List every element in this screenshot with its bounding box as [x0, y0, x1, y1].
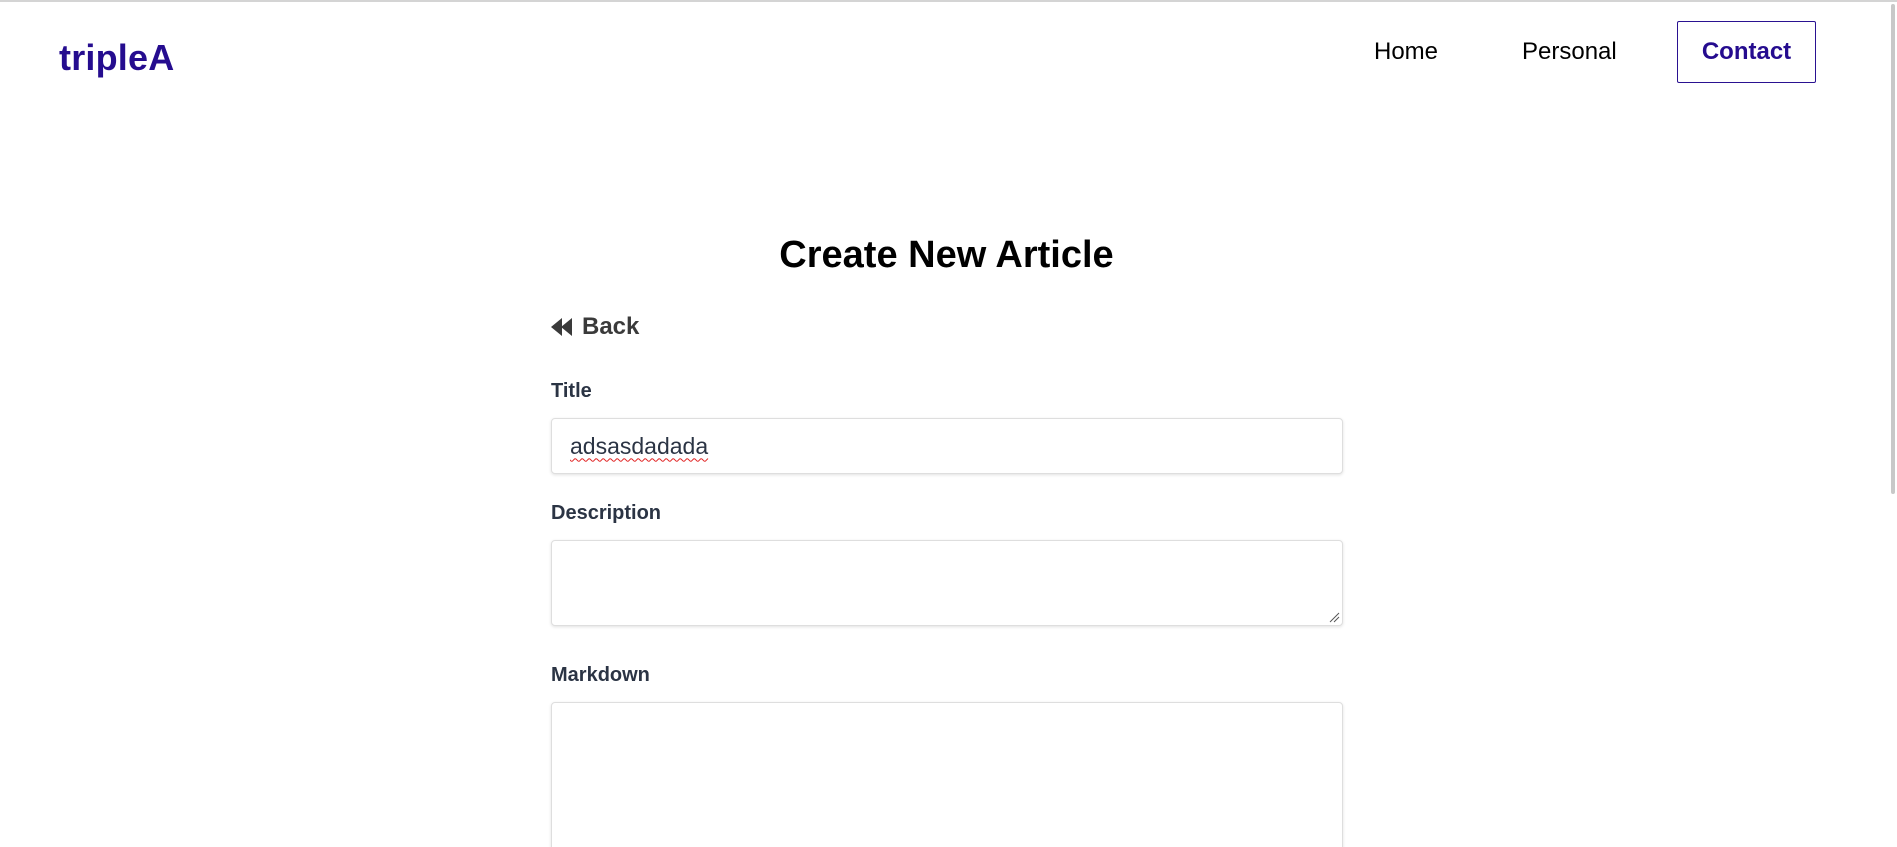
title-input[interactable]: adsasdadada [551, 418, 1343, 474]
scrollbar-thumb[interactable] [1891, 4, 1895, 494]
page-scrollbar[interactable] [1880, 2, 1897, 847]
back-link[interactable]: Back [550, 313, 639, 341]
markdown-textarea[interactable] [551, 702, 1343, 847]
description-textarea[interactable] [551, 540, 1343, 626]
contact-button[interactable]: Contact [1677, 21, 1816, 83]
title-label: Title [551, 380, 592, 402]
nav-link-home[interactable]: Home [1374, 38, 1438, 66]
navbar: tripleA Home Personal Contact [0, 2, 1880, 102]
nav-link-personal[interactable]: Personal [1522, 38, 1617, 66]
title-input-value: adsasdadada [570, 432, 709, 459]
markdown-label: Markdown [551, 664, 650, 686]
back-label: Back [582, 313, 640, 340]
resize-grip-icon[interactable] [1328, 611, 1340, 623]
description-label: Description [551, 502, 662, 524]
logo[interactable]: tripleA [59, 37, 174, 79]
page: tripleA Home Personal Contact Create New… [0, 0, 1897, 847]
backward-icon [551, 318, 572, 336]
page-title: Create New Article [779, 234, 1114, 276]
